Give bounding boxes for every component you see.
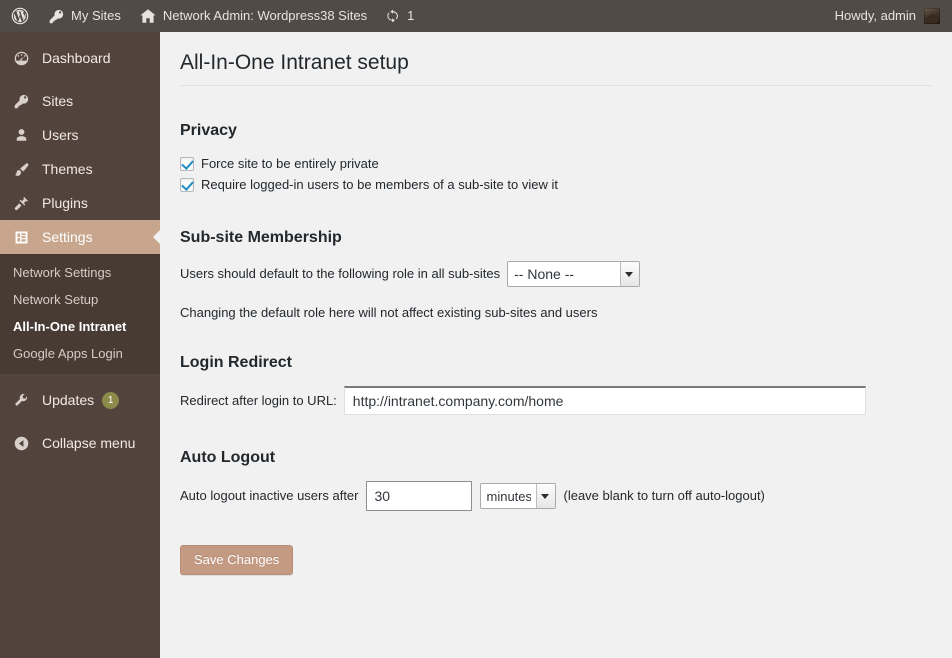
updates-count-badge: 1 [102,391,120,409]
settings-submenu: Network Settings Network Setup All-In-On… [0,254,160,374]
sidebar-item-sites[interactable]: Sites [0,84,160,118]
wrench-icon [13,392,33,409]
auto-logout-minutes-input[interactable] [365,481,472,512]
redirect-url-input[interactable] [343,386,866,416]
sidebar-item-themes-label: Themes [42,161,93,177]
require-member-row[interactable]: Require logged-in users to be members of… [180,175,932,195]
ab-network-admin[interactable]: Network Admin: Wordpress38 Sites [130,0,376,32]
ab-updates-count: 1 [407,8,415,23]
collapse-arrow-icon [13,435,33,452]
force-private-row[interactable]: Force site to be entirely private [180,154,932,174]
themes-icon [13,161,33,178]
sidebar-item-plugins-label: Plugins [42,195,88,211]
auto-logout-units-wrap: minutes [479,483,556,510]
ab-updates[interactable]: 1 [376,0,423,32]
redirect-url-label: Redirect after login to URL: [180,392,337,408]
key-icon [13,93,33,110]
login-redirect-heading: Login Redirect [180,354,293,372]
sidebar-separator-2 [0,374,160,383]
save-changes-button[interactable]: Save Changes [180,545,294,576]
admin-bar: My Sites Network Admin: Wordpress38 Site… [0,0,952,32]
avatar [924,8,940,24]
require-member-label: Require logged-in users to be members of… [201,177,558,193]
sidebar-separator-3 [0,417,160,426]
wordpress-logo-button[interactable] [0,0,39,32]
require-member-checkbox[interactable] [180,178,194,193]
force-private-checkbox[interactable] [180,157,194,172]
ab-network-admin-label: Network Admin: Wordpress38 Sites [162,8,368,23]
plugins-icon [13,195,33,212]
default-role-select-wrap: -- None -- [507,261,641,288]
collapse-menu-button[interactable]: Collapse menu [0,426,160,460]
admin-sidebar: Dashboard Sites Users Themes Plugins Set… [0,32,161,658]
sidebar-item-settings[interactable]: Settings [0,220,161,254]
redirect-url-row: Redirect after login to URL: [180,386,932,416]
sidebar-item-updates-label: Updates [42,392,95,408]
auto-logout-section: Auto Logout Auto logout inactive users a… [180,449,932,512]
sidebar-item-sites-label: Sites [42,93,74,109]
membership-note: Changing the default role here will not … [180,305,598,321]
auto-logout-label: Auto logout inactive users after [180,488,359,504]
submenu-item-all-in-one-intranet[interactable]: All-In-One Intranet [0,313,160,340]
sidebar-item-updates[interactable]: Updates 1 [0,383,160,417]
membership-heading: Sub-site Membership [180,229,342,247]
dashboard-icon [13,50,33,67]
submenu-item-google-apps-login[interactable]: Google Apps Login [0,340,160,367]
sidebar-top-spacer [0,32,160,41]
auto-logout-heading: Auto Logout [180,449,276,467]
ab-my-sites-label: My Sites [71,8,121,23]
membership-section: Sub-site Membership Users should default… [180,229,932,320]
auto-logout-units-select[interactable]: minutes [479,483,556,510]
users-icon [13,127,33,144]
default-role-select[interactable]: -- None -- [507,261,641,288]
privacy-heading: Privacy [180,122,237,140]
sidebar-item-dashboard[interactable]: Dashboard [0,41,160,75]
main-content: All-In-One Intranet setup Privacy Force … [160,32,952,658]
sidebar-item-themes[interactable]: Themes [0,152,160,186]
page-title: All-In-One Intranet setup [180,51,409,74]
ab-account-area[interactable]: Howdy, admin [835,0,952,32]
submenu-item-network-settings[interactable]: Network Settings [0,259,160,286]
sidebar-item-settings-label: Settings [42,229,93,245]
default-role-label: Users should default to the following ro… [180,266,501,282]
submenu-item-network-setup[interactable]: Network Setup [0,286,160,313]
wordpress-logo-icon [11,7,29,25]
settings-form: Privacy Force site to be entirely privat… [160,86,952,576]
privacy-section: Privacy Force site to be entirely privat… [180,122,932,195]
sidebar-item-users-label: Users [42,127,79,143]
default-role-row: Users should default to the following ro… [180,261,932,288]
sidebar-separator-1 [0,75,160,84]
key-icon [48,8,65,25]
login-redirect-section: Login Redirect Redirect after login to U… [180,354,932,416]
sidebar-item-users[interactable]: Users [0,118,160,152]
sidebar-item-plugins[interactable]: Plugins [0,186,160,220]
sidebar-item-dashboard-label: Dashboard [42,50,111,66]
update-icon [385,8,401,24]
auto-logout-row: Auto logout inactive users after minutes… [180,481,932,512]
force-private-label: Force site to be entirely private [201,156,379,172]
ab-howdy-label: Howdy, admin [834,8,916,23]
settings-icon [13,229,33,246]
ab-my-sites[interactable]: My Sites [39,0,130,32]
home-icon [139,7,157,25]
auto-logout-note: (leave blank to turn off auto-logout) [563,488,765,504]
collapse-menu-label: Collapse menu [42,435,136,451]
